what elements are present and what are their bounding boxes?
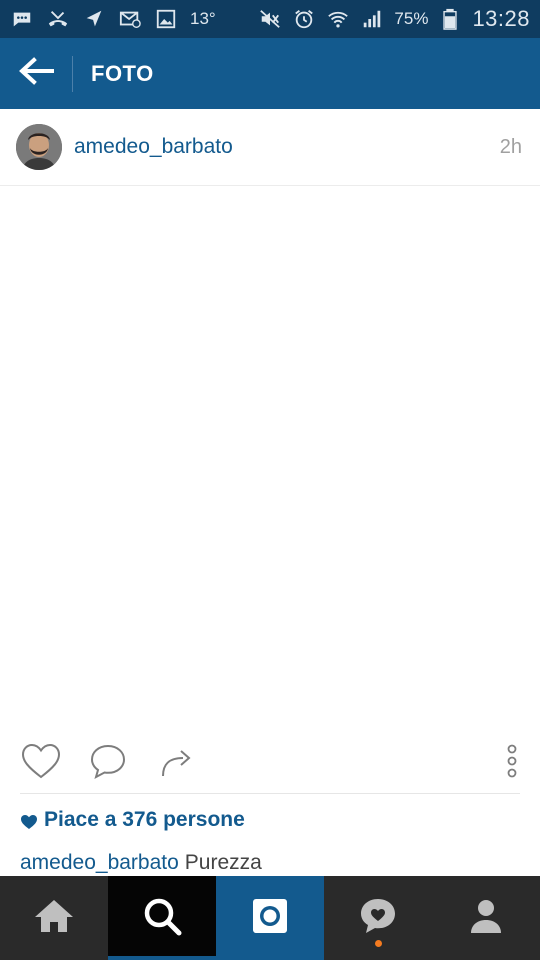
- battery-icon: [438, 8, 462, 30]
- gallery-icon: [154, 8, 178, 30]
- nav-home[interactable]: [0, 876, 108, 960]
- chat-icon: [10, 8, 34, 30]
- search-icon: [141, 895, 183, 942]
- camera-icon: [250, 896, 290, 941]
- alarm-icon: [292, 8, 316, 30]
- email-icon: [118, 8, 142, 30]
- likes-count[interactable]: Piace a 376 persone: [20, 808, 245, 832]
- like-button[interactable]: [19, 741, 63, 785]
- caption-username[interactable]: amedeo_barbato: [20, 851, 179, 874]
- app-bar: FOTO: [0, 38, 540, 109]
- share-button[interactable]: [155, 741, 199, 785]
- likes-text: Piace a 376 persone: [44, 808, 245, 831]
- more-options-icon: [505, 741, 519, 786]
- nav-activity[interactable]: [324, 876, 432, 960]
- caption-text: Purezza: [184, 851, 262, 874]
- comment-button[interactable]: [86, 741, 130, 785]
- nav-search[interactable]: [108, 876, 216, 960]
- back-button[interactable]: [0, 38, 72, 109]
- nav-profile[interactable]: [432, 876, 540, 960]
- temperature-text: 13°: [190, 9, 216, 28]
- bottom-nav: [0, 876, 540, 960]
- post-actions: [0, 735, 540, 787]
- notification-dot: [375, 940, 382, 947]
- app-bar-divider: [72, 55, 73, 92]
- post-caption: amedeo_barbato Purezza: [20, 851, 262, 875]
- wifi-icon: [326, 8, 350, 30]
- status-bar-left: 13°: [10, 8, 216, 30]
- more-options-button[interactable]: [490, 741, 534, 785]
- post-header: amedeo_barbato 2h: [0, 109, 540, 186]
- home-icon: [33, 897, 75, 940]
- status-bar-right: 75% 13:28: [258, 6, 530, 32]
- nav-camera[interactable]: [216, 876, 324, 960]
- comment-icon: [88, 742, 128, 785]
- avatar[interactable]: [16, 124, 62, 170]
- mute-icon: [258, 8, 282, 30]
- actions-divider: [20, 793, 520, 794]
- profile-icon: [468, 897, 504, 940]
- clock: 13:28: [472, 6, 530, 31]
- like-icon: [20, 742, 62, 785]
- battery-percent: 75%: [394, 9, 429, 28]
- navigation-icon: [82, 8, 106, 30]
- status-bar: 13° 75% 13:28: [0, 0, 540, 38]
- back-arrow-icon: [18, 56, 54, 91]
- page-title: FOTO: [91, 60, 154, 86]
- post-timestamp: 2h: [499, 135, 522, 158]
- activity-icon: [358, 896, 398, 941]
- heart-icon: [20, 812, 38, 829]
- share-icon: [159, 743, 195, 784]
- signal-icon: [360, 8, 384, 30]
- post-username[interactable]: amedeo_barbato: [74, 135, 233, 159]
- missed-call-icon: [46, 8, 70, 30]
- post-photo[interactable]: [0, 187, 540, 727]
